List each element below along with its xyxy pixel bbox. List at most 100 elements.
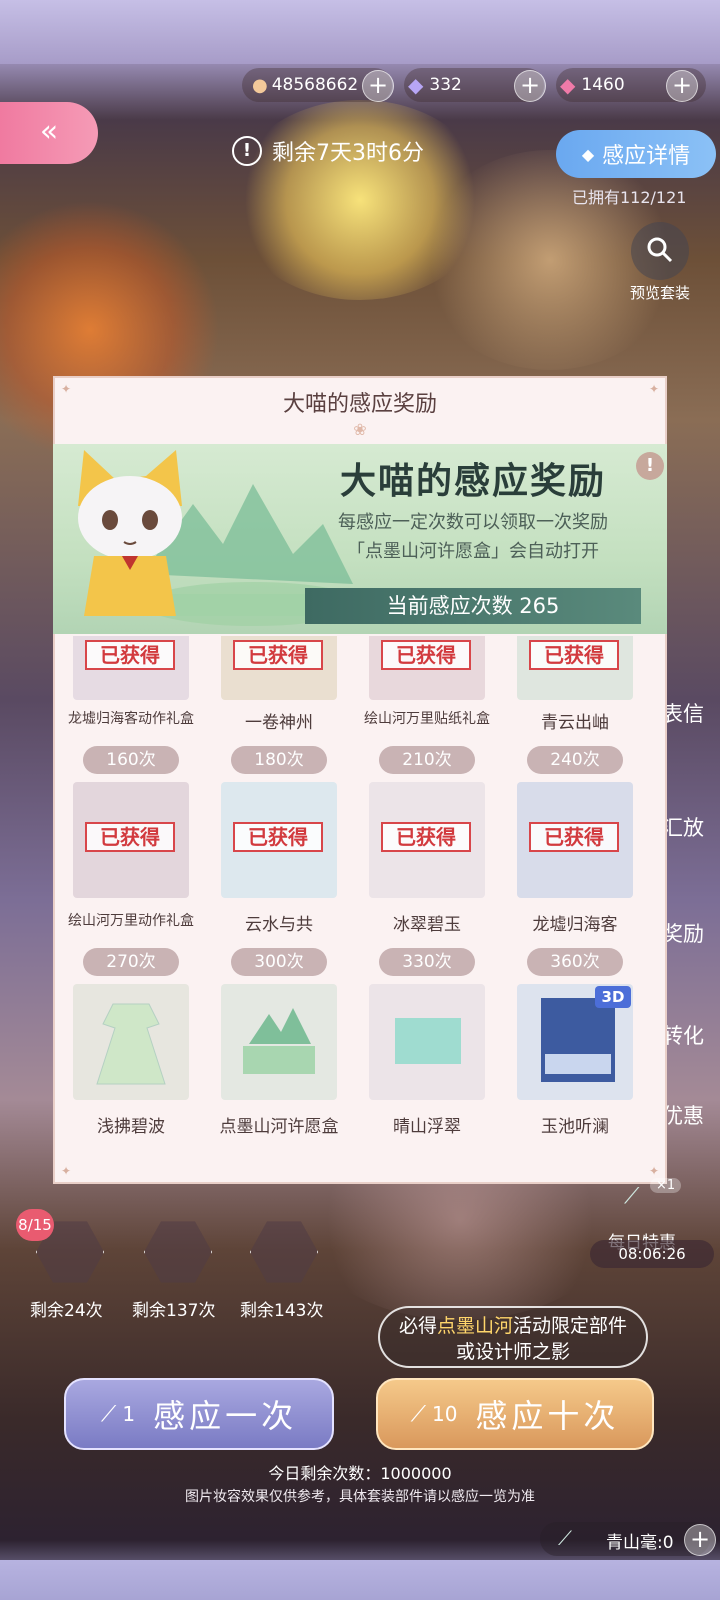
obtained-stamp: 已获得 xyxy=(381,640,471,670)
reward-thumbnail xyxy=(369,984,485,1100)
add-diamond-button[interactable]: + xyxy=(514,70,546,102)
remaining-count: 剩余137次 xyxy=(132,1301,216,1321)
3d-tag: 3D xyxy=(595,986,631,1008)
guarantee-line-2: 或设计师之影 xyxy=(455,1341,570,1363)
reward-thumbnail xyxy=(73,984,189,1100)
current-count: 当前感应次数 265 xyxy=(305,588,641,624)
pink-diamond-value: 1460 xyxy=(581,75,625,95)
add-qingshan-button[interactable]: + xyxy=(684,1524,716,1556)
guarantee-banner: 必得点墨山河活动限定部件 或设计师之影 xyxy=(378,1306,648,1368)
draw-once-label: 感应一次 xyxy=(153,1397,298,1435)
back-button[interactable]: « xyxy=(0,102,98,164)
banner-title: 大喵的感应奖励 xyxy=(340,461,607,502)
brush-icon: ⟋ xyxy=(558,1526,572,1550)
wand-icon: ⟋ xyxy=(410,1401,426,1427)
reward-name: 龙墟归海客 xyxy=(532,915,618,935)
reward-thumbnail xyxy=(221,984,337,1100)
modal-title: 大喵的感应奖励 xyxy=(282,392,437,417)
side-tab-2[interactable]: 汇放 xyxy=(662,812,704,842)
info-icon[interactable]: ! xyxy=(636,452,664,480)
reward-name: 冰翠碧玉 xyxy=(393,915,461,935)
bottom-strip xyxy=(0,1560,720,1600)
count-badge: 270次 xyxy=(83,948,179,976)
obtained-stamp: 已获得 xyxy=(529,822,619,852)
coin-value: 48568662 xyxy=(271,75,359,95)
reward-grid: 已获得 龙墟归海客动作礼盒 已获得 一卷神州 已获得 绘山河万里贴纸礼盒 已获得… xyxy=(53,636,667,1172)
count-badge: 210次 xyxy=(379,746,475,774)
obtained-stamp: 已获得 xyxy=(233,822,323,852)
diamond-icon: ◆ xyxy=(581,144,595,164)
preview-label: 预览套装 xyxy=(629,284,690,302)
banner-description: 每感应一定次数可以领取一次奖励 「点墨山河许愿盒」会自动打开 xyxy=(303,508,643,566)
guarantee-line-1: 必得点墨山河活动限定部件 xyxy=(380,1313,646,1339)
reward-name: 绘山河万里贴纸礼盒 xyxy=(364,711,490,727)
reward-name: 绘山河万里动作礼盒 xyxy=(68,913,194,929)
today-remaining: 今日剩余次数：1000000 xyxy=(268,1464,452,1483)
guarantee-suffix: 活动限定部件 xyxy=(513,1315,628,1337)
reward-name: 青云出岫 xyxy=(541,713,609,733)
reward-name: 玉池听澜 xyxy=(541,1117,609,1137)
draw-once-cost: 1 xyxy=(122,1402,136,1426)
count-badge: 160次 xyxy=(83,746,179,774)
count-badge: 300次 xyxy=(231,948,327,976)
reward-name: 浅拂碧波 xyxy=(97,1117,165,1137)
owned-count: 已拥有112/121 xyxy=(572,188,687,207)
reward-name: 点墨山河许愿盒 xyxy=(219,1117,339,1137)
add-coin-button[interactable]: + xyxy=(362,70,394,102)
count-badge: 240次 xyxy=(527,746,623,774)
diamond-icon: ◆ xyxy=(408,73,424,97)
remaining-count: 剩余143次 xyxy=(240,1301,324,1321)
side-tab-1[interactable]: 表信 xyxy=(662,698,704,728)
cat-coin-icon: ● xyxy=(252,74,268,96)
draw-once-button[interactable]: ⟋ 1 感应一次 xyxy=(64,1378,334,1450)
event-timer: ! 剩余7天3时6分 xyxy=(232,132,442,170)
obtained-stamp: 已获得 xyxy=(233,640,323,670)
detail-button-label: 感应详情 xyxy=(602,144,691,169)
side-tab-3[interactable]: 奖励 xyxy=(662,918,704,948)
draw-ten-button[interactable]: ⟋ 10 感应十次 xyxy=(376,1378,654,1450)
side-tab-4[interactable]: 转化 xyxy=(662,1020,704,1050)
guarantee-prefix: 必得 xyxy=(398,1315,437,1337)
obtained-stamp: 已获得 xyxy=(85,822,175,852)
corner-ornament-icon: ✦ xyxy=(61,382,72,396)
count-badge: 360次 xyxy=(527,948,623,976)
diamond-value: 332 xyxy=(429,75,462,95)
reward-name: 一卷神州 xyxy=(245,713,313,733)
disclaimer: 图片妆容效果仅供参考，具体套装部件请以感应一览为准 xyxy=(185,1489,535,1505)
double-chevron-left-icon: « xyxy=(39,114,59,149)
flower-divider-icon: ❀ xyxy=(353,420,367,439)
magnifier-icon xyxy=(631,222,689,280)
wand-icon: ⟋ xyxy=(624,1184,640,1209)
daily-deal-timer: 08:06:26 xyxy=(590,1240,714,1268)
banner-desc-line-1: 每感应一定次数可以领取一次奖励 xyxy=(338,512,608,533)
reward-name: 晴山浮翠 xyxy=(393,1117,461,1137)
scenery-art xyxy=(395,1018,461,1064)
qingshan-value: 青山毫:0 xyxy=(606,1533,674,1553)
remaining-count: 剩余24次 xyxy=(30,1301,103,1321)
pink-diamond-icon: ◆ xyxy=(560,73,576,97)
reward-name: 龙墟归海客动作礼盒 xyxy=(68,711,194,727)
detail-button[interactable]: ◆ 感应详情 xyxy=(556,130,716,178)
deal-multiplier: ×1 xyxy=(650,1178,682,1193)
preview-outfit-button[interactable]: 预览套装 xyxy=(620,222,700,303)
corner-ornament-icon: ✦ xyxy=(648,382,659,396)
dress-art xyxy=(96,1003,166,1085)
wand-icon: ⟋ xyxy=(100,1401,117,1427)
side-tab-5[interactable]: 优惠 xyxy=(662,1100,704,1130)
cat-mascot xyxy=(64,446,194,636)
reward-name: 云水与共 xyxy=(245,915,313,935)
obtained-stamp: 已获得 xyxy=(381,822,471,852)
draw-ten-label: 感应十次 xyxy=(475,1397,620,1435)
banner-desc-line-2: 「点墨山河许愿盒」会自动打开 xyxy=(347,541,599,562)
add-pink-diamond-button[interactable]: + xyxy=(666,70,698,102)
count-badge: 330次 xyxy=(379,948,475,976)
timer-text: 剩余7天3时6分 xyxy=(272,141,424,166)
obtained-stamp: 已获得 xyxy=(85,640,175,670)
reward-thumbnail: 3D xyxy=(517,984,633,1100)
progress-badge: 8/15 xyxy=(16,1209,54,1241)
exclamation-icon: ! xyxy=(232,136,262,166)
obtained-stamp: 已获得 xyxy=(529,640,619,670)
wish-box-art xyxy=(243,1008,315,1074)
guarantee-highlight: 点墨山河 xyxy=(436,1315,513,1337)
top-strip xyxy=(0,0,720,64)
